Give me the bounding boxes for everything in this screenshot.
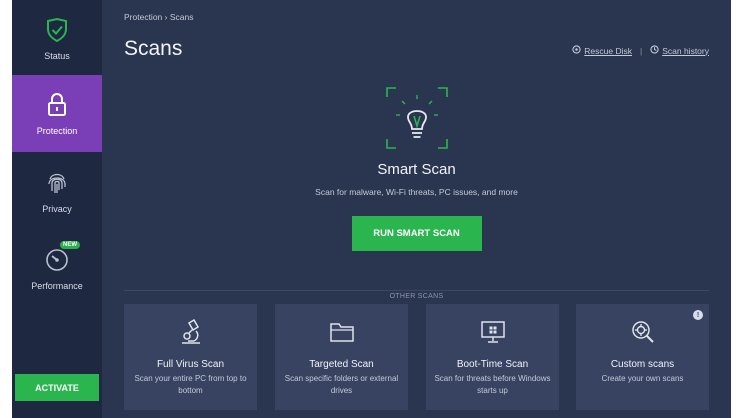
sidebar-item-label: Performance [31,280,83,291]
sidebar-item-status[interactable]: Status [12,0,102,77]
sidebar-item-protection[interactable]: Protection [12,75,102,152]
new-badge: NEW [60,240,80,249]
link-separator: | [640,45,643,56]
smart-scan-subtitle: Scan for malware, Wi-Fi threats, PC issu… [315,187,518,197]
boot-time-scan-card[interactable]: Boot-Time Scan Scan for threats before W… [426,304,559,410]
card-title: Boot-Time Scan [456,359,529,370]
main-content: Protection › Scans Scans Rescue Disk | S… [102,0,731,418]
folder-icon [329,319,355,345]
sidebar-item-label: Protection [36,125,78,136]
lock-icon [44,92,70,118]
scan-history-link[interactable]: Scan history [650,45,709,56]
rescue-disk-label: Rescue Disk [584,45,632,56]
page-title: Scans [124,37,183,60]
history-icon [650,45,659,56]
shield-check-icon [44,17,70,43]
gear-search-icon [630,319,656,345]
speedometer-icon: NEW [44,240,80,273]
other-scans-heading: OTHER SCANS [102,285,731,303]
card-description: Scan for threats before Windows starts u… [434,374,551,395]
card-title: Custom scans [610,359,675,370]
activate-button[interactable]: ACTIVATE [15,374,99,401]
scan-history-label: Scan history [662,45,709,56]
microscope-icon [178,319,204,345]
other-scans-list: Full Virus Scan Scan your entire PC from… [124,304,709,410]
sidebar-item-label: Privacy [42,203,72,214]
full-virus-scan-card[interactable]: Full Virus Scan Scan your entire PC from… [124,304,257,410]
custom-scans-card[interactable]: ! Custom scans Create your own scans [576,304,709,410]
info-icon[interactable]: ! [693,310,703,320]
smart-scan-section: Smart Scan Scan for malware, Wi-Fi threa… [102,85,731,251]
sidebar-item-performance[interactable]: NEW Performance [12,230,102,307]
card-description: Scan your entire PC from top to bottom [134,374,247,395]
fingerprint-icon [44,170,70,196]
rescue-disk-link[interactable]: Rescue Disk [572,45,632,56]
monitor-icon [480,319,506,345]
rescue-disk-icon [572,45,581,56]
sidebar: Status Protection Privacy NEW Performanc… [12,0,102,418]
card-description: Create your own scans [601,374,684,383]
breadcrumb[interactable]: Protection › Scans [124,12,193,22]
targeted-scan-card[interactable]: Targeted Scan Scan specific folders or e… [275,304,408,410]
card-title: Targeted Scan [309,359,374,370]
sidebar-item-privacy[interactable]: Privacy [12,153,102,230]
card-description: Scan specific folders or external drives [284,374,399,395]
app-window: Status Protection Privacy NEW Performanc… [12,0,731,418]
sidebar-item-label: Status [44,50,70,61]
run-smart-scan-button[interactable]: RUN SMART SCAN [351,216,482,251]
smart-scan-title: Smart Scan [377,161,456,178]
header-links: Rescue Disk | Scan history [572,45,709,56]
lightbulb-icon [384,85,450,151]
card-title: Full Virus Scan [156,359,225,370]
